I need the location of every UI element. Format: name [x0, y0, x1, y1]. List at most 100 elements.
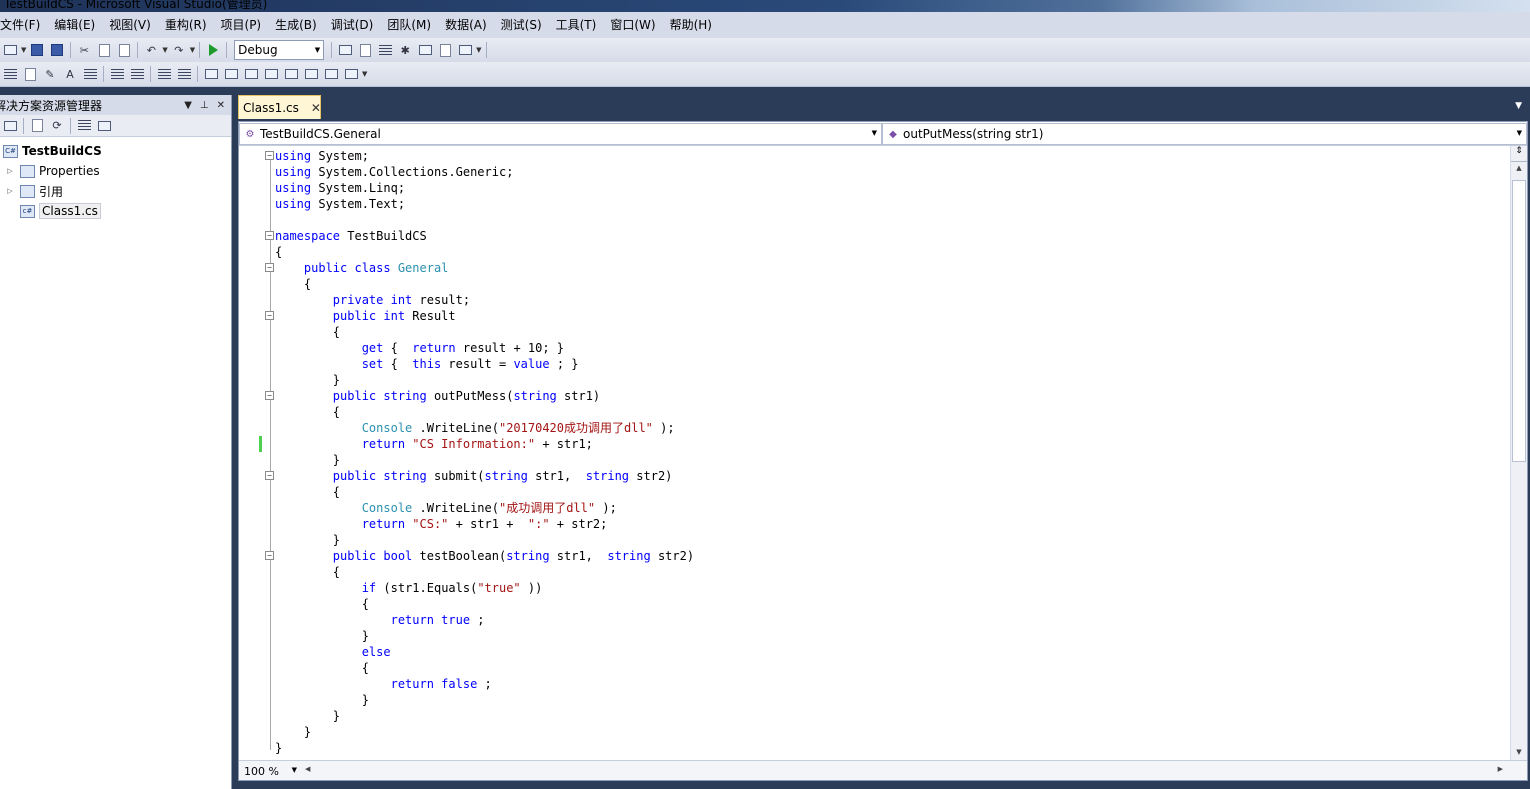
- increase-indent-icon[interactable]: [129, 66, 145, 82]
- menu-view[interactable]: 视图(V): [102, 12, 158, 38]
- auto-hide-pin-icon[interactable]: ⊥: [200, 100, 209, 111]
- object-member-list-icon[interactable]: [2, 66, 18, 82]
- menu-tools[interactable]: 工具(T): [549, 12, 604, 38]
- code-line[interactable]: return false ;: [239, 676, 1509, 692]
- previous-bookmark-in-document-icon[interactable]: [303, 66, 319, 82]
- cut-icon[interactable]: ✂: [76, 42, 92, 58]
- code-line[interactable]: [239, 212, 1509, 228]
- code-line[interactable]: return true ;: [239, 612, 1509, 628]
- save-all-icon[interactable]: [49, 42, 65, 58]
- close-icon[interactable]: ✕: [311, 101, 321, 115]
- quick-info-icon[interactable]: ✎: [42, 66, 58, 82]
- tab-class1-cs[interactable]: Class1.cs ✕: [238, 95, 321, 119]
- code-line[interactable]: − public string submit(string str1, stri…: [239, 468, 1509, 484]
- code-line[interactable]: using System.Collections.Generic;: [239, 164, 1509, 180]
- window-position-icon[interactable]: ▼: [184, 100, 192, 111]
- code-line[interactable]: private int result;: [239, 292, 1509, 308]
- collapse-region-icon[interactable]: −: [265, 551, 274, 560]
- code-line[interactable]: {: [239, 324, 1509, 340]
- start-page-icon[interactable]: [437, 42, 453, 58]
- code-line[interactable]: }: [239, 692, 1509, 708]
- properties-window-icon[interactable]: [377, 42, 393, 58]
- menu-window[interactable]: 窗口(W): [603, 12, 662, 38]
- scroll-right-icon[interactable]: ▶: [1498, 765, 1503, 773]
- code-line[interactable]: {: [239, 276, 1509, 292]
- code-line[interactable]: get { return result + 10; }: [239, 340, 1509, 356]
- redo-dropdown-icon[interactable]: ▼: [190, 46, 195, 54]
- show-all-files-icon[interactable]: [29, 118, 45, 134]
- toggle-bookmark-icon[interactable]: [203, 66, 219, 82]
- code-line[interactable]: using System.Text;: [239, 196, 1509, 212]
- scroll-thumb[interactable]: [1512, 180, 1526, 462]
- view-class-diagram-icon[interactable]: [96, 118, 112, 134]
- tree-project[interactable]: C# TestBuildCS: [0, 141, 231, 161]
- code-line[interactable]: return "CS:" + str1 + ":" + str2;: [239, 516, 1509, 532]
- view-code-icon[interactable]: [76, 118, 92, 134]
- code-line[interactable]: }: [239, 532, 1509, 548]
- code-line[interactable]: − public string outPutMess(string str1): [239, 388, 1509, 404]
- copy-icon[interactable]: [96, 42, 112, 58]
- code-line[interactable]: − using System;: [239, 148, 1509, 164]
- collapse-region-icon[interactable]: −: [265, 391, 274, 400]
- code-line[interactable]: return "CS Information:" + str1;: [239, 436, 1509, 452]
- next-bookmark-in-document-icon[interactable]: [323, 66, 339, 82]
- collapse-region-icon[interactable]: −: [265, 151, 274, 160]
- code-line[interactable]: {: [239, 564, 1509, 580]
- quick-list-icon[interactable]: [82, 66, 98, 82]
- menu-debug[interactable]: 调试(D): [324, 12, 381, 38]
- vertical-scrollbar[interactable]: ⇕ ▲ ▼: [1510, 146, 1527, 760]
- comment-lines-icon[interactable]: [156, 66, 172, 82]
- collapse-region-icon[interactable]: −: [265, 263, 274, 272]
- active-files-dropdown-icon[interactable]: ▼: [1515, 101, 1522, 111]
- code-line[interactable]: }: [239, 724, 1509, 740]
- start-debugging-icon[interactable]: [205, 42, 221, 58]
- previous-bookmark-in-folder-icon[interactable]: [263, 66, 279, 82]
- undo-icon[interactable]: ↶: [143, 42, 159, 58]
- split-handle-icon[interactable]: ⇕: [1511, 146, 1527, 162]
- code-line[interactable]: − namespace TestBuildCS: [239, 228, 1509, 244]
- code-text-area[interactable]: − using System; using System.Collections.G…: [239, 146, 1509, 760]
- decrease-indent-icon[interactable]: [109, 66, 125, 82]
- toolbox-icon[interactable]: [417, 42, 433, 58]
- redo-icon[interactable]: ↷: [171, 42, 187, 58]
- menu-file[interactable]: 文件(F): [0, 12, 47, 38]
- clear-bookmarks-icon[interactable]: [343, 66, 359, 82]
- menu-edit[interactable]: 编辑(E): [47, 12, 102, 38]
- expand-arrow-icon[interactable]: ▷: [0, 167, 20, 175]
- new-project-dropdown-icon[interactable]: ▼: [21, 46, 26, 54]
- command-window-icon[interactable]: [457, 42, 473, 58]
- menu-team[interactable]: 团队(M): [380, 12, 438, 38]
- code-line[interactable]: }: [239, 740, 1509, 756]
- next-bookmark-in-folder-icon[interactable]: [283, 66, 299, 82]
- menu-refactor[interactable]: 重构(R): [158, 12, 214, 38]
- next-bookmark-icon[interactable]: [243, 66, 259, 82]
- parameter-info-icon[interactable]: [22, 66, 38, 82]
- code-line[interactable]: Console .WriteLine("20170420成功调用了dll" );: [239, 420, 1509, 436]
- code-line[interactable]: else: [239, 644, 1509, 660]
- member-dropdown[interactable]: ◆ outPutMess(string str1) ▼: [882, 123, 1527, 145]
- menu-data[interactable]: 数据(A): [438, 12, 494, 38]
- code-line[interactable]: − public bool testBoolean(string str1, s…: [239, 548, 1509, 564]
- code-line[interactable]: }: [239, 708, 1509, 724]
- zoom-select[interactable]: 100 % ▼: [241, 763, 299, 779]
- solution-configuration-select[interactable]: Debug ▼: [234, 40, 325, 60]
- code-line[interactable]: set { this result = value ; }: [239, 356, 1509, 372]
- collapse-region-icon[interactable]: −: [265, 311, 274, 320]
- scroll-up-icon[interactable]: ▲: [1511, 164, 1527, 172]
- save-icon[interactable]: [29, 42, 45, 58]
- code-line[interactable]: }: [239, 628, 1509, 644]
- paste-icon[interactable]: [116, 42, 132, 58]
- menu-build[interactable]: 生成(B): [268, 12, 324, 38]
- type-dropdown[interactable]: ⚙ TestBuildCS.General ▼: [239, 123, 882, 145]
- properties-icon[interactable]: [2, 118, 18, 134]
- code-line[interactable]: {: [239, 404, 1509, 420]
- uncomment-lines-icon[interactable]: [176, 66, 192, 82]
- menu-test[interactable]: 测试(S): [494, 12, 549, 38]
- tree-item-references[interactable]: ▷ 引用: [0, 181, 231, 201]
- code-line[interactable]: {: [239, 484, 1509, 500]
- code-line[interactable]: if (str1.Equals("true" )): [239, 580, 1509, 596]
- scroll-down-icon[interactable]: ▼: [1511, 748, 1527, 756]
- menu-project[interactable]: 项目(P): [214, 12, 269, 38]
- code-line[interactable]: using System.Linq;: [239, 180, 1509, 196]
- find-in-files-icon[interactable]: [337, 42, 353, 58]
